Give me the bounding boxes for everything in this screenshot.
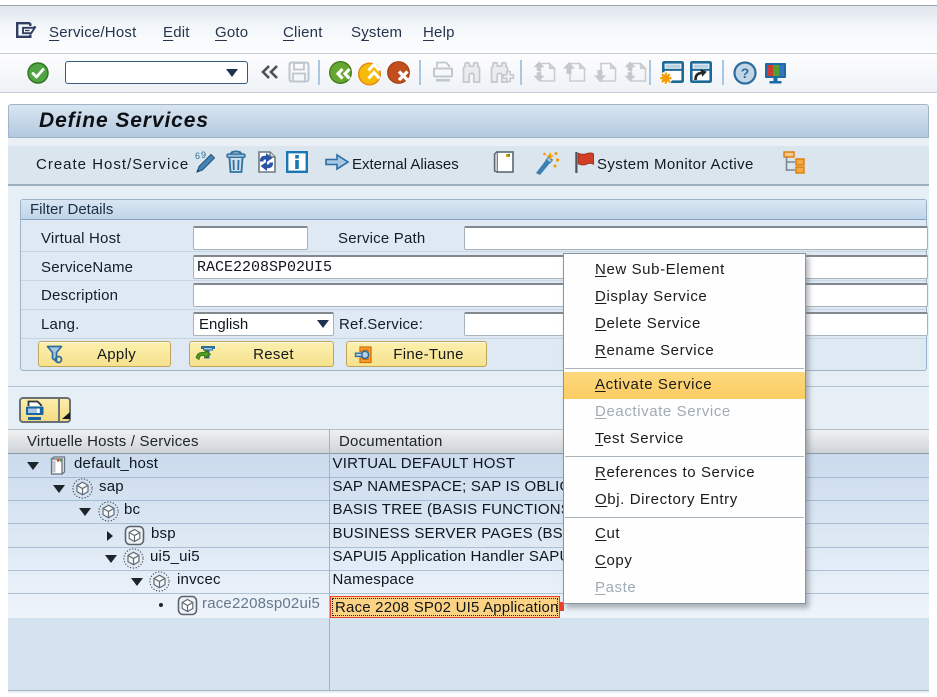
- svg-text:6: 6: [195, 151, 200, 161]
- svg-text:9: 9: [201, 150, 206, 160]
- svg-text:?: ?: [741, 65, 750, 81]
